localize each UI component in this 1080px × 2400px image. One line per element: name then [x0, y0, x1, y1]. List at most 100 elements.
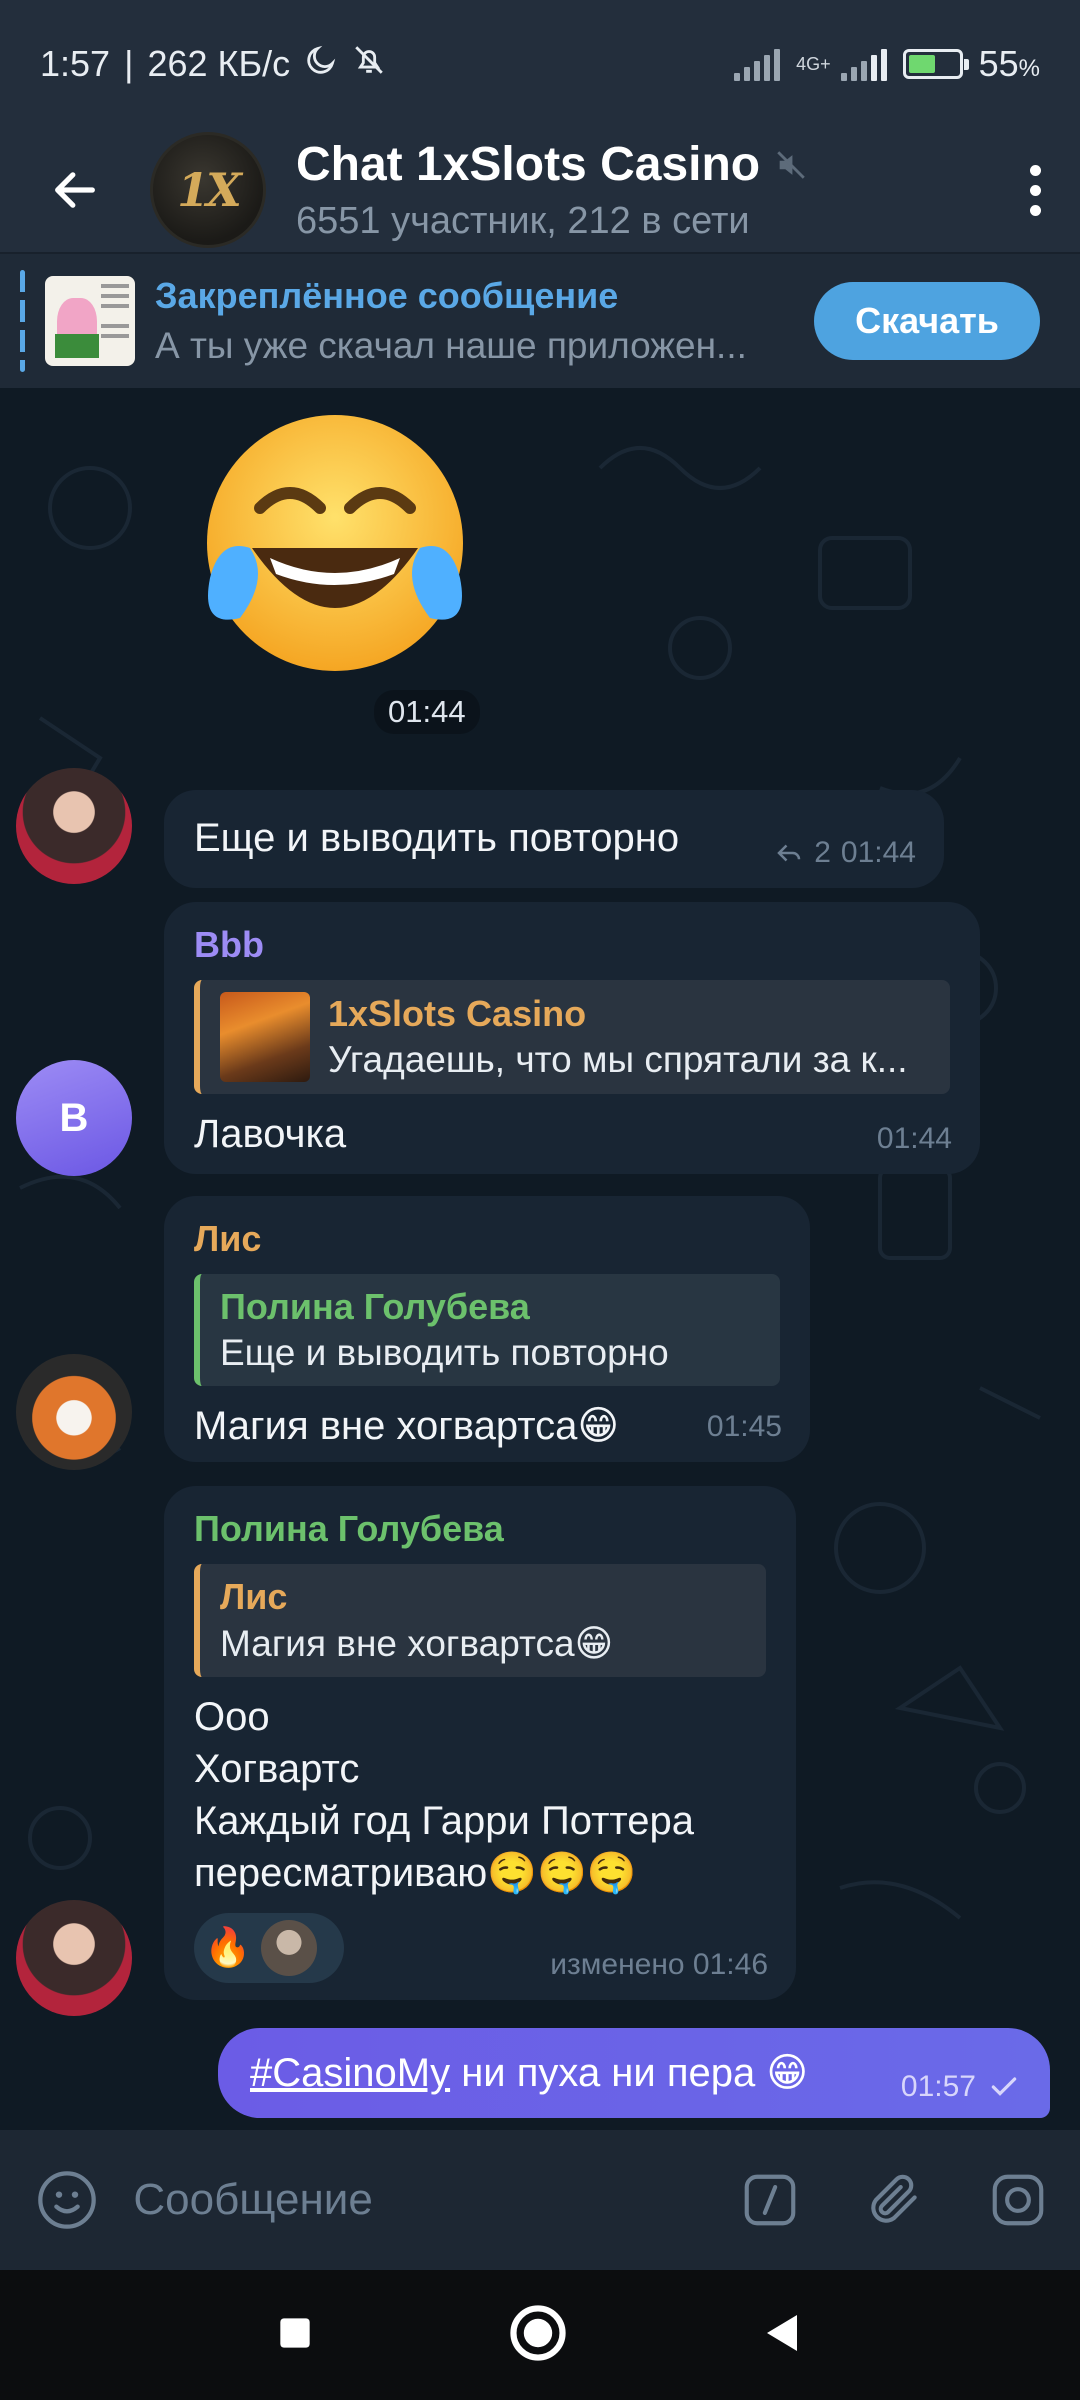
reactor-avatar	[261, 1920, 318, 1976]
camera-button[interactable]	[956, 2130, 1080, 2270]
back-button[interactable]	[0, 128, 150, 252]
message-text-line: Каждый год Гарри Поттера	[194, 1799, 695, 1843]
avatar[interactable]	[16, 768, 132, 884]
message-bubble[interactable]: Лис Полина Голубева Еще и выводить повто…	[164, 1196, 810, 1462]
moon-icon	[304, 43, 338, 86]
reply-author: Полина Голубева	[220, 1286, 530, 1327]
message-meta: 01:45	[707, 1410, 782, 1444]
reply-body: Лис Магия вне хогвартса😁	[220, 1576, 613, 1665]
more-menu-button[interactable]	[990, 128, 1080, 252]
battery-fill	[908, 55, 935, 73]
pinned-message-bar[interactable]: Закреплённое сообщение А ты уже скачал н…	[0, 252, 1080, 388]
sender-name: Лис	[194, 1218, 262, 1259]
check-icon	[991, 2077, 1017, 2096]
arrow-left-icon	[55, 172, 95, 208]
reply-body: Полина Голубева Еще и выводить повторно	[220, 1286, 669, 1374]
download-button[interactable]: Скачать	[814, 282, 1040, 360]
pinned-thumbnail	[45, 276, 135, 366]
chat-info[interactable]: Chat 1xSlots Casino 6551 участник, 212 в…	[296, 137, 990, 243]
message-time: 01:57	[900, 2070, 976, 2103]
status-separator: |	[124, 43, 134, 84]
message-time: 01:44	[374, 690, 480, 734]
smile-icon	[37, 2171, 96, 2229]
pinned-title: Закреплённое сообщение	[155, 275, 619, 316]
bot-commands-button[interactable]	[708, 2130, 832, 2270]
reply-body: 1xSlots Casino Угадаешь, что мы спрятали…	[328, 993, 930, 1081]
attach-button[interactable]	[832, 2130, 956, 2270]
triangle-back-icon	[767, 2314, 797, 2351]
emoji-button[interactable]	[0, 2168, 133, 2232]
reply-text: Магия вне хогвартса😁	[220, 1623, 614, 1664]
reply-preview[interactable]: Полина Голубева Еще и выводить повторно	[194, 1274, 780, 1386]
back-nav-button[interactable]	[759, 2309, 807, 2362]
square-icon	[280, 2317, 310, 2348]
dot-icon	[1029, 164, 1041, 176]
outgoing-message-bubble[interactable]: #CasinoMy ни пуха ни пера 😁 01:57	[218, 2028, 1050, 2118]
recents-button[interactable]	[273, 2311, 317, 2360]
reply-preview[interactable]: 1xSlots Casino Угадаешь, что мы спрятали…	[194, 980, 950, 1094]
dot-icon	[1029, 204, 1041, 216]
system-nav-bar	[0, 2270, 1080, 2400]
message-meta: 01:57	[901, 2070, 1020, 2104]
sender-name: Bbb	[194, 924, 264, 965]
pinned-text-block: Закреплённое сообщение А ты уже скачал н…	[155, 275, 814, 367]
fire-reaction-icon: 🔥	[204, 1927, 252, 1969]
pinned-preview: А ты уже скачал наше приложен...	[155, 325, 747, 366]
chat-header: 1X Chat 1xSlots Casino 6551 участник, 21…	[0, 128, 1080, 252]
home-circle-icon	[510, 2304, 566, 2361]
message-text: Лавочка	[194, 1112, 347, 1156]
reply-author: 1xSlots Casino	[328, 993, 587, 1034]
message-bubble[interactable]: Полина Голубева Лис Магия вне хогвартса😁…	[164, 1486, 796, 2000]
reply-thumbnail	[220, 992, 310, 1082]
avatar[interactable]	[16, 1354, 132, 1470]
hashtag-link[interactable]: #CasinoMy	[250, 2051, 450, 2095]
signal-icon	[734, 47, 781, 81]
chat-subtitle: 6551 участник, 212 в сети	[296, 200, 750, 242]
status-right: 4G+ 55%	[734, 43, 1040, 85]
message-meta: 2 01:44	[774, 836, 916, 870]
message-text: Магия вне хогвартса😁	[194, 1404, 620, 1448]
message-time: изменено 01:46	[550, 1948, 768, 1981]
status-left: 1:57 | 262 КБ/с	[40, 43, 386, 86]
composer-bar	[0, 2130, 1080, 2270]
message-input[interactable]	[133, 2175, 709, 2225]
sender-name: Полина Голубева	[194, 1508, 504, 1549]
muted-icon	[777, 150, 805, 179]
message-body: ни пуха ни пера 😁	[450, 2051, 809, 2095]
message-meta: 01:44	[877, 1122, 952, 1156]
status-time: 1:57	[40, 43, 111, 84]
message-bubble[interactable]: Bbb 1xSlots Casino Угадаешь, что мы спря…	[164, 902, 980, 1174]
message-time: 01:44	[876, 1122, 952, 1155]
laughing-tears-emoji	[207, 415, 463, 671]
emoji-message[interactable]	[190, 408, 480, 698]
message-meta: изменено 01:46	[550, 1948, 768, 1982]
chat-title: Chat 1xSlots Casino	[296, 138, 761, 191]
avatar-logo-text: 1X	[177, 163, 242, 217]
message-time: 01:45	[706, 1410, 782, 1443]
signal-icon-2	[840, 47, 887, 81]
reply-count: 2	[814, 836, 831, 869]
avatar[interactable]: B	[16, 1060, 132, 1176]
message-text-line: пересматриваю🤤🤤🤤	[194, 1851, 637, 1895]
reply-icon	[777, 844, 801, 862]
slash-command-icon	[745, 2174, 796, 2226]
reaction-chip[interactable]: 🔥	[194, 1913, 344, 1983]
message-time: 01:44	[840, 836, 916, 869]
home-button[interactable]	[507, 2302, 569, 2369]
chat-title-row: Chat 1xSlots Casino	[296, 137, 990, 192]
camera-icon	[992, 2174, 1044, 2226]
battery-percent: 55%	[978, 43, 1040, 84]
dot-icon	[1029, 184, 1041, 196]
reply-text: Еще и выводить повторно	[220, 1332, 669, 1373]
message-list[interactable]: 01:44 Еще и выводить повторно 2 01:44 B …	[0, 388, 1080, 2130]
avatar-letter: B	[59, 1095, 89, 1140]
chat-avatar[interactable]: 1X	[150, 132, 266, 248]
reply-preview[interactable]: Лис Магия вне хогвартса😁	[194, 1564, 766, 1677]
avatar[interactable]	[16, 1900, 132, 2016]
message-text-line: Ooo	[194, 1695, 270, 1739]
reply-author: Лис	[220, 1576, 288, 1617]
status-bar: 1:57 | 262 КБ/с 4G+ 55%	[0, 0, 1080, 128]
pinned-indicator	[20, 270, 25, 372]
message-bubble[interactable]: Еще и выводить повторно 2 01:44	[164, 790, 944, 888]
network-type: 4G+	[796, 54, 831, 74]
